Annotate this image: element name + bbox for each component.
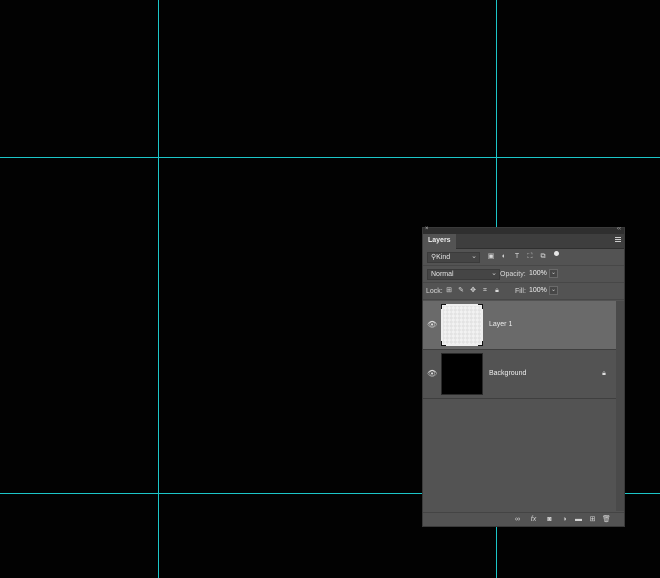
- prevent-auto-nesting-icon[interactable]: ⌗: [481, 287, 489, 295]
- lock-position-icon[interactable]: ✥: [469, 287, 477, 295]
- fill-label: Fill:: [515, 288, 526, 295]
- filter-row: ⚲Kind ⌄ ▣ ◐ T ⛶ ⧉: [423, 249, 624, 266]
- filter-kind-select[interactable]: ⚲Kind ⌄: [427, 252, 480, 263]
- fill-input[interactable]: 100%: [529, 286, 547, 295]
- new-layer-icon[interactable]: ⊞: [588, 515, 597, 524]
- filter-kind-label: Kind: [436, 254, 451, 261]
- layer-row[interactable]: 👁︎ Background 🔒︎: [423, 350, 616, 399]
- lock-row: Lock: ⊞ ✎ ✥ ⌗ 🔒︎ Fill: 100% ⌄: [423, 283, 624, 300]
- layer-name[interactable]: Layer 1: [489, 320, 512, 329]
- adjustment-layer-icon[interactable]: ◑: [560, 515, 569, 524]
- image-filter-icon[interactable]: ▣: [487, 253, 495, 261]
- new-group-icon[interactable]: ▬: [574, 515, 583, 524]
- horizontal-guide[interactable]: [0, 157, 660, 158]
- opacity-dropdown-button[interactable]: ⌄: [549, 269, 558, 278]
- delete-layer-icon[interactable]: 🗑︎: [602, 515, 611, 524]
- type-filter-icon[interactable]: T: [513, 253, 521, 261]
- lock-all-icon[interactable]: 🔒︎: [493, 287, 501, 295]
- layers-panel: × ‹‹ Layers ⚲Kind ⌄ ▣ ◐ T ⛶ ⧉ Normal ⌄ O…: [422, 226, 625, 527]
- tab-layers[interactable]: Layers: [423, 234, 456, 249]
- selection-corner: [478, 304, 483, 309]
- layer-lock-icon[interactable]: 🔒︎: [600, 369, 608, 378]
- lock-transparent-pixels-icon[interactable]: ⊞: [445, 287, 453, 295]
- selection-corner: [478, 341, 483, 346]
- selection-corner: [441, 304, 446, 309]
- lock-image-pixels-icon[interactable]: ✎: [457, 287, 465, 295]
- link-layers-icon[interactable]: ∞: [513, 515, 522, 524]
- chevron-down-icon: ⌄: [491, 270, 497, 277]
- layer-thumbnail[interactable]: [441, 353, 483, 395]
- filter-toggle-icon[interactable]: [554, 251, 559, 256]
- collapse-panel-icon[interactable]: ‹‹: [617, 226, 621, 232]
- fill-dropdown-button[interactable]: ⌄: [549, 286, 558, 295]
- layer-thumbnail[interactable]: [441, 304, 483, 346]
- panel-menu-icon[interactable]: [615, 237, 621, 243]
- opacity-input[interactable]: 100%: [529, 269, 547, 278]
- close-panel-icon[interactable]: ×: [425, 226, 429, 232]
- fx-icon[interactable]: fx: [529, 515, 538, 524]
- layer-row[interactable]: 👁︎ Layer 1: [423, 301, 616, 350]
- visibility-eye-icon[interactable]: 👁︎: [427, 369, 437, 378]
- blend-row: Normal ⌄ Opacity: 100% ⌄: [423, 266, 624, 283]
- smart-object-filter-icon[interactable]: ⧉: [539, 253, 547, 261]
- shape-filter-icon[interactable]: ⛶: [526, 253, 534, 261]
- lock-label: Lock:: [426, 288, 443, 295]
- layer-list-scrollbar[interactable]: [616, 301, 624, 511]
- vertical-guide[interactable]: [158, 0, 159, 578]
- opacity-label: Opacity:: [500, 271, 526, 278]
- selection-corner: [441, 341, 446, 346]
- panel-tab-bar: Layers: [423, 234, 624, 249]
- layer-list: 👁︎ Layer 1 👁︎ Background 🔒︎: [423, 301, 616, 511]
- chevron-down-icon: ⌄: [471, 253, 477, 260]
- layers-footer: ∞ fx ◙ ◑ ▬ ⊞ 🗑︎: [423, 512, 624, 526]
- layer-name[interactable]: Background: [489, 369, 526, 378]
- visibility-eye-icon[interactable]: 👁︎: [427, 320, 437, 329]
- add-mask-icon[interactable]: ◙: [545, 515, 554, 524]
- blend-mode-value: Normal: [431, 271, 454, 278]
- blend-mode-select[interactable]: Normal ⌄: [427, 269, 500, 280]
- adjustment-filter-icon[interactable]: ◐: [500, 253, 508, 261]
